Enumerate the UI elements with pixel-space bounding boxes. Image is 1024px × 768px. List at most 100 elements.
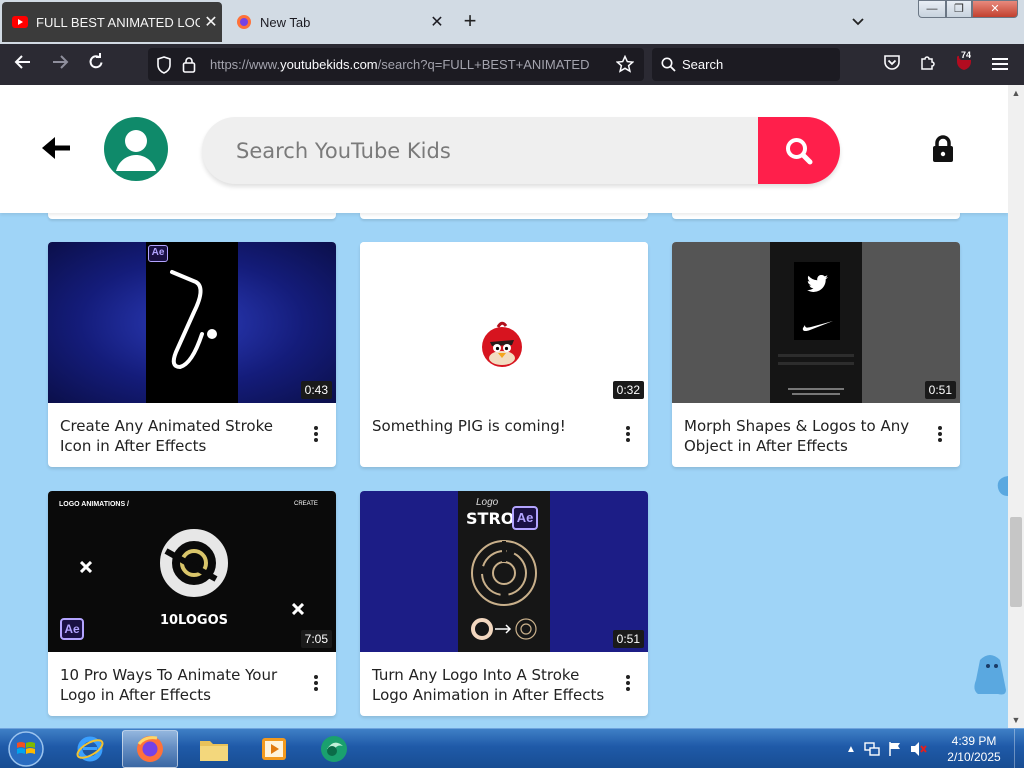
search-box — [202, 117, 840, 184]
action-center-flag-icon[interactable] — [888, 741, 902, 757]
profile-avatar-icon[interactable] — [104, 117, 168, 181]
menu-hamburger-icon[interactable] — [987, 52, 1013, 78]
pocket-icon[interactable] — [879, 52, 905, 78]
parental-lock-icon[interactable] — [932, 135, 954, 163]
more-options-icon[interactable] — [622, 424, 634, 446]
video-thumbnail[interactable]: LOGO ANIMATIONS / CREATE 10LOGOS Ae 7:05 — [48, 491, 336, 652]
tab-new-tab[interactable]: New Tab ✕ — [226, 2, 448, 42]
video-duration: 0:51 — [612, 630, 644, 648]
clock-date: 2/10/2025 — [947, 750, 1001, 764]
address-bar[interactable]: https://www.youtubekids.com/search?q=FUL… — [148, 48, 644, 81]
extensions-puzzle-icon[interactable] — [915, 52, 941, 78]
taskbar-file-explorer[interactable] — [186, 730, 242, 768]
url-text: https://www.youtubekids.com/search?q=FUL… — [210, 57, 590, 72]
video-duration: 0:43 — [300, 381, 332, 399]
scrollbar-thumb[interactable] — [1010, 517, 1022, 607]
system-tray: ▲ — [846, 737, 928, 761]
back-arrow-icon[interactable] — [10, 52, 36, 78]
video-title[interactable]: Something PIG is coming! — [372, 416, 608, 436]
reload-icon[interactable] — [83, 52, 109, 78]
thumbnail-caption: 10LOGOS — [159, 613, 229, 628]
taskbar-app[interactable] — [306, 730, 362, 768]
video-card[interactable]: LOGO ANIMATIONS / CREATE 10LOGOS Ae 7:05… — [48, 491, 336, 716]
mascot-peek-icon — [994, 474, 1008, 498]
more-options-icon[interactable] — [310, 673, 322, 695]
new-tab-button[interactable]: + — [458, 10, 482, 34]
list-all-tabs-icon[interactable] — [846, 10, 870, 34]
video-thumbnail[interactable]: Logo STROKE Ae 0:51 — [360, 491, 648, 652]
show-hidden-icons-icon[interactable]: ▲ — [846, 744, 856, 755]
maximize-button[interactable]: ❐ — [946, 0, 972, 18]
internet-explorer-icon — [76, 736, 104, 762]
close-window-button[interactable]: ✕ — [972, 0, 1018, 18]
minimize-button[interactable]: — — [918, 0, 946, 18]
browser-tab-strip: FULL BEST ANIMATED LOGOS ✕ New Tab ✕ + —… — [0, 0, 1024, 44]
taskbar-firefox[interactable] — [122, 730, 178, 768]
video-thumbnail[interactable]: 0:51 — [672, 242, 960, 403]
bookmark-star-icon[interactable] — [615, 54, 635, 78]
search-icon — [786, 137, 813, 164]
scroll-up-arrow-icon[interactable]: ▲ — [1008, 85, 1024, 101]
forward-arrow-icon[interactable] — [47, 52, 73, 78]
logo-to-stroke-icon — [471, 618, 537, 640]
video-card[interactable]: 0:32 Something PIG is coming! — [360, 242, 648, 467]
close-x-icon — [292, 603, 304, 615]
clock-time: 4:39 PM — [951, 734, 997, 748]
app-header — [0, 85, 1008, 213]
browser-search-field[interactable]: Search — [652, 48, 840, 81]
windows-taskbar: ▲ 4:39 PM 2/10/2025 — [0, 728, 1024, 768]
taskbar-internet-explorer[interactable] — [62, 730, 118, 768]
twitter-bird-icon — [807, 275, 828, 292]
close-x-icon — [80, 561, 92, 573]
more-options-icon[interactable] — [622, 673, 634, 695]
windows-logo-icon — [8, 731, 44, 767]
extension-badge: 74 — [959, 50, 974, 60]
tab-title: FULL BEST ANIMATED LOGOS — [36, 14, 200, 30]
search-button[interactable] — [758, 117, 840, 184]
back-arrow-icon[interactable] — [40, 133, 74, 163]
start-button[interactable] — [4, 730, 48, 768]
angry-bird-icon — [482, 321, 522, 367]
tab-title: New Tab — [260, 14, 311, 30]
volume-muted-icon[interactable] — [910, 741, 928, 757]
app-icon — [321, 736, 347, 762]
video-title[interactable]: 10 Pro Ways To Animate Your Logo in Afte… — [60, 665, 296, 705]
shield-icon[interactable] — [156, 56, 172, 79]
after-effects-badge: Ae — [60, 618, 84, 640]
taskbar-media-player[interactable] — [246, 730, 302, 768]
mascot-character-icon — [970, 650, 1010, 696]
media-player-icon — [262, 738, 286, 760]
close-tab-icon[interactable]: ✕ — [200, 12, 222, 32]
video-title[interactable]: Morph Shapes & Logos to Any Object in Af… — [684, 416, 920, 456]
show-desktop-button[interactable] — [1014, 729, 1024, 768]
tab-youtube-kids[interactable]: FULL BEST ANIMATED LOGOS ✕ — [2, 2, 222, 42]
close-tab-icon[interactable]: ✕ — [426, 12, 448, 32]
firefox-icon — [137, 736, 163, 762]
thumbnail-side-label: CREATE — [294, 501, 318, 507]
more-options-icon[interactable] — [310, 424, 322, 446]
vertical-scrollbar[interactable]: ▲ ▼ — [1008, 85, 1024, 728]
file-explorer-icon — [200, 741, 228, 761]
video-duration: 0:51 — [924, 381, 956, 399]
more-options-icon[interactable] — [934, 424, 946, 446]
video-duration: 7:05 — [300, 630, 332, 648]
thumbnail-script-label: Logo — [476, 497, 499, 508]
thumbnail-heading: LOGO ANIMATIONS / — [59, 501, 129, 508]
search-input[interactable] — [236, 135, 756, 167]
video-title[interactable]: Create Any Animated Stroke Icon in After… — [60, 416, 296, 456]
video-card[interactable]: 0:51 Morph Shapes & Logos to Any Object … — [672, 242, 960, 467]
video-thumbnail[interactable]: Ae 0:43 — [48, 242, 336, 403]
youtube-icon — [12, 14, 28, 30]
video-thumbnail[interactable]: 0:32 — [360, 242, 648, 403]
video-title[interactable]: Turn Any Logo Into A Stroke Logo Animati… — [372, 665, 608, 705]
after-effects-badge: Ae — [148, 245, 168, 262]
lock-icon[interactable] — [182, 56, 196, 78]
after-effects-badge: Ae — [512, 506, 538, 530]
scroll-down-arrow-icon[interactable]: ▼ — [1008, 712, 1024, 728]
taskbar-clock[interactable]: 4:39 PM 2/10/2025 — [934, 733, 1014, 765]
navigation-toolbar: https://www.youtubekids.com/search?q=FUL… — [0, 44, 1024, 85]
video-card[interactable]: Logo STROKE Ae 0:51 Turn Any Logo Into A… — [360, 491, 648, 716]
network-icon[interactable] — [864, 741, 880, 757]
video-card[interactable]: Ae 0:43 Create Any Animated Stroke Icon … — [48, 242, 336, 467]
firefox-icon — [236, 14, 252, 30]
